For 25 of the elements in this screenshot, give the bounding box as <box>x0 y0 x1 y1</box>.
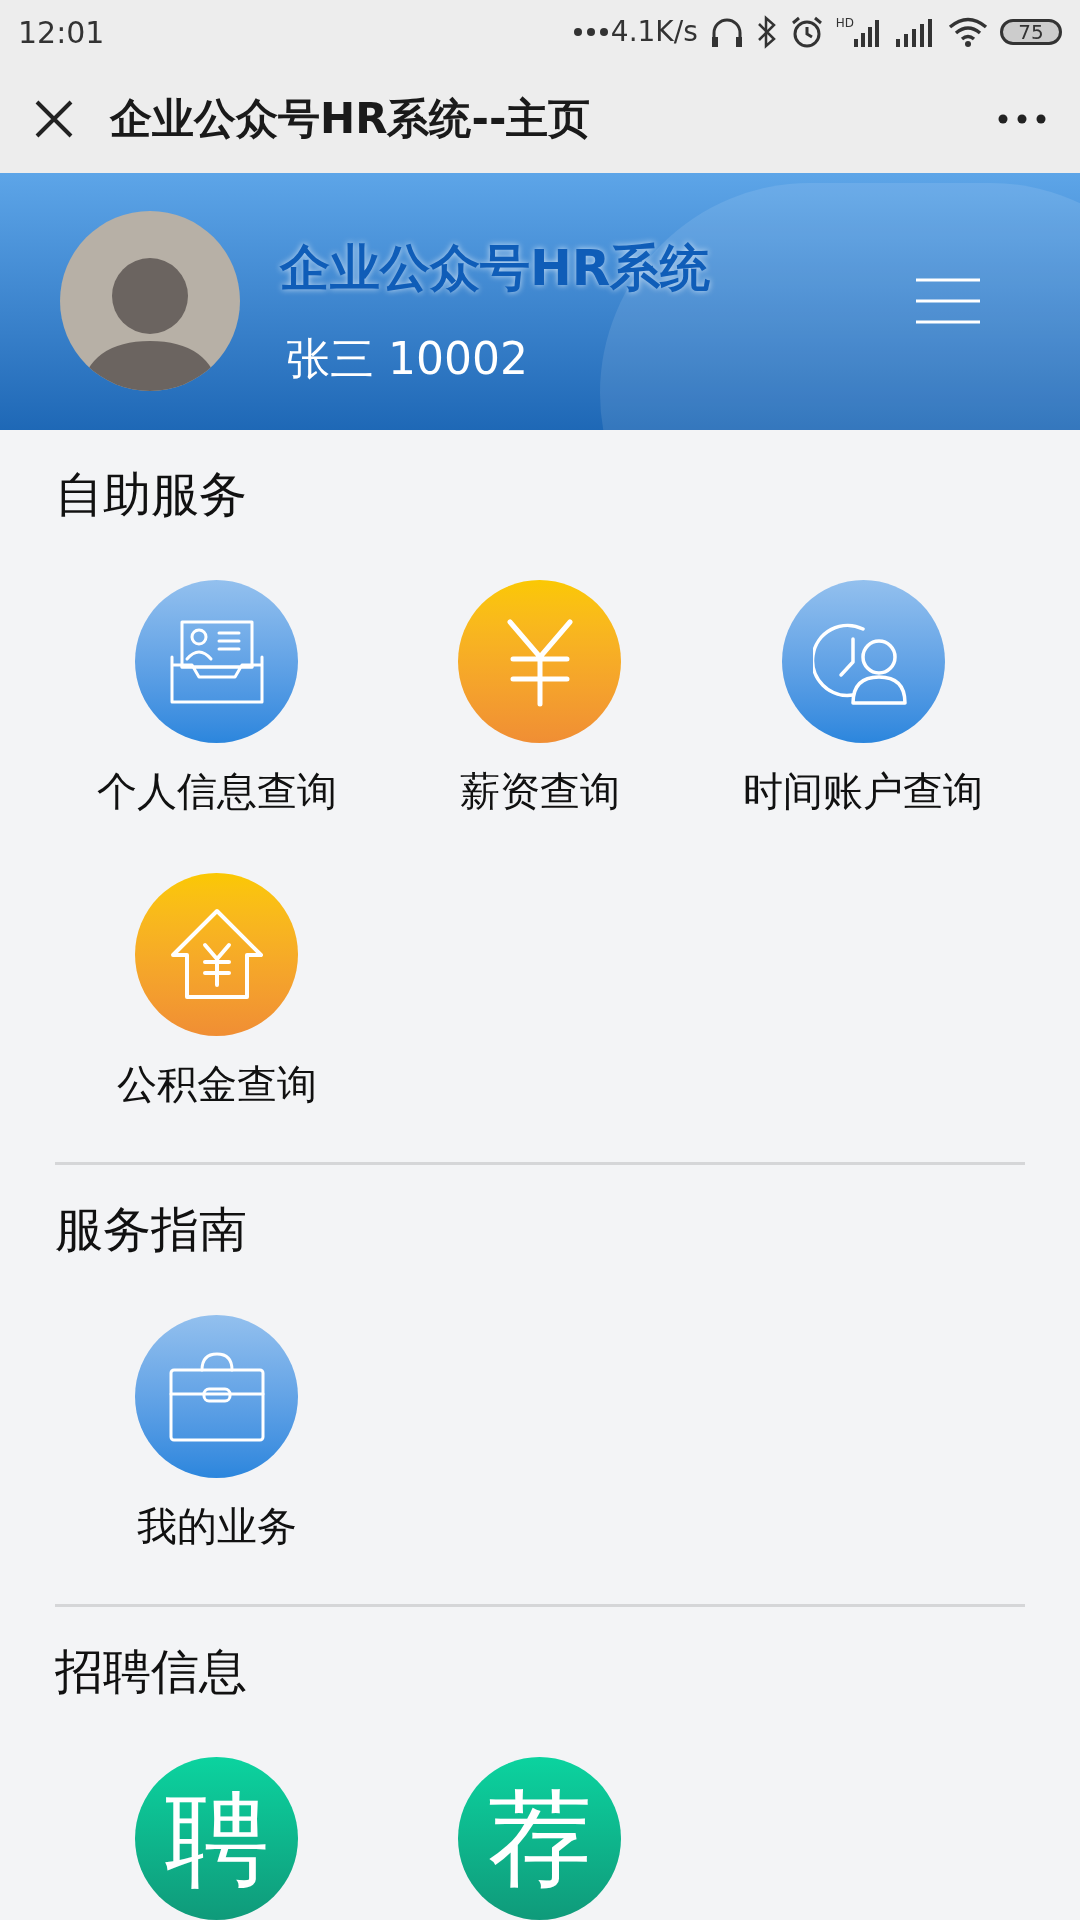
alarm-icon <box>789 15 824 50</box>
section-title: 招聘信息 <box>55 1642 248 1701</box>
menu-icon[interactable] <box>916 277 980 326</box>
status-time: 12:01 <box>18 13 105 52</box>
service-label[interactable]: 薪资查询 <box>460 767 620 815</box>
bluetooth-icon <box>755 15 778 50</box>
user-name: 张三 10002 <box>286 332 529 387</box>
app-name: 企业公众号HR系统 <box>280 237 711 299</box>
close-icon[interactable] <box>34 98 74 139</box>
yen-icon <box>505 616 575 707</box>
more-icon[interactable] <box>998 113 1046 124</box>
service-label[interactable]: 时间账户查询 <box>743 767 984 815</box>
glyph-text: 聘 <box>164 1786 269 1891</box>
service-label[interactable]: 我的业务 <box>136 1502 297 1550</box>
page-title: 企业公众号HR系统--主页 <box>110 93 591 146</box>
wifi-icon <box>948 16 988 49</box>
dots-icon <box>572 27 609 38</box>
hd-text: HD <box>835 17 854 30</box>
section-title: 自助服务 <box>55 465 248 524</box>
section-title: 服务指南 <box>55 1200 248 1259</box>
service-label[interactable]: 个人信息查询 <box>96 767 337 815</box>
service-label[interactable]: 公积金查询 <box>116 1060 317 1108</box>
battery-indicator: 75 <box>1000 19 1062 46</box>
network-speed: 4.1K/s <box>610 14 698 51</box>
glyph-text: 荐 <box>488 1786 592 1891</box>
